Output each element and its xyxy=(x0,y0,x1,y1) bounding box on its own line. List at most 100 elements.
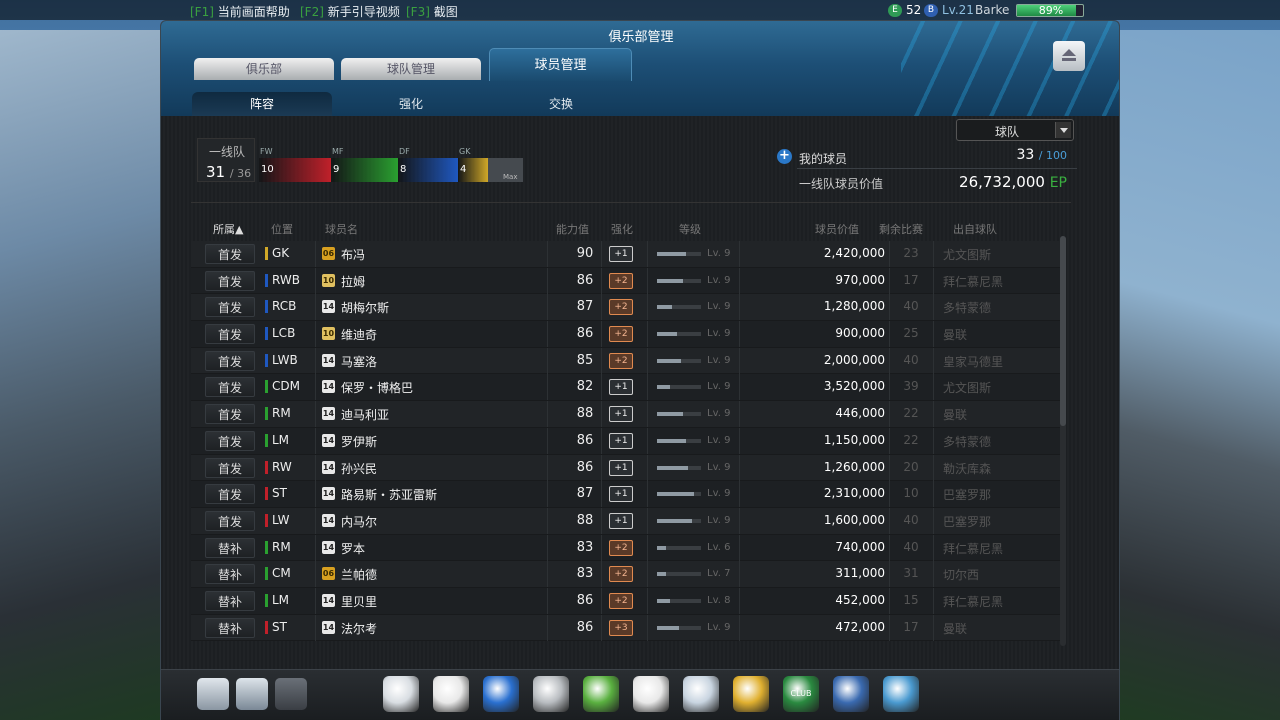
player-name[interactable]: 兰帕德 xyxy=(341,566,377,583)
player-name[interactable]: 布冯 xyxy=(341,246,365,263)
trophy-icon[interactable] xyxy=(533,676,569,712)
status-button[interactable]: 替补 xyxy=(205,537,255,558)
source-club: 曼联 xyxy=(943,621,968,636)
status-button[interactable]: 替补 xyxy=(205,564,255,585)
position-color-marker xyxy=(265,433,268,447)
jersey-icon[interactable] xyxy=(733,676,769,712)
position-color-marker xyxy=(265,353,268,367)
season-badge: 14 xyxy=(322,513,335,527)
formation-icon[interactable] xyxy=(583,676,619,712)
player-position: LM xyxy=(272,592,290,607)
subtab-lineup[interactable]: 阵容 xyxy=(192,92,332,116)
subtab-enhance[interactable]: 强化 xyxy=(341,92,481,116)
remaining-matches: 23 xyxy=(903,246,919,260)
status-button[interactable]: 首发 xyxy=(205,510,255,531)
message-icon[interactable] xyxy=(236,678,268,710)
hotkey-help[interactable]: [F1] 当前画面帮助 xyxy=(190,3,290,20)
status-button[interactable]: 首发 xyxy=(205,457,255,478)
player-name[interactable]: 里贝里 xyxy=(341,593,377,610)
player-name[interactable]: 迪马利亚 xyxy=(341,406,389,423)
player-name[interactable]: 维迪奇 xyxy=(341,326,377,343)
table-row[interactable]: 首发 GK 06 布冯 90 +1 Lv. 9 2,420,000 23 尤文图斯 xyxy=(191,241,1061,268)
table-row[interactable]: 首发 LWB 14 马塞洛 85 +2 Lv. 9 2,000,000 40 皇家马德里 xyxy=(191,347,1061,375)
table-row[interactable]: 首发 ST 14 路易斯・苏亚雷斯 87 +1 Lv. 9 2,310,000 10 巴塞罗那 xyxy=(191,481,1061,508)
mail-icon[interactable] xyxy=(275,678,307,710)
player-name[interactable]: 马塞洛 xyxy=(341,353,377,370)
remaining-matches: 31 xyxy=(903,566,919,581)
ball-icon[interactable] xyxy=(433,676,469,712)
table-row[interactable]: 首发 RW 14 孙兴民 86 +1 Lv. 9 1,260,000 20 勒沃库森 xyxy=(191,454,1061,482)
club-management-window: 俱乐部管理 俱乐部 球队管理 球员管理 阵容 强化 交换 球队 一线队 31 /… xyxy=(160,20,1120,720)
player-ability: 82 xyxy=(576,379,594,395)
player-name[interactable]: 法尔考 xyxy=(341,620,377,637)
status-button[interactable]: 首发 xyxy=(205,404,255,425)
cart-icon[interactable] xyxy=(883,676,919,712)
tab-player-management[interactable]: 球员管理 xyxy=(489,48,632,81)
profile-icon[interactable] xyxy=(197,678,229,710)
table-row[interactable]: 替补 ST 14 法尔考 86 +3 Lv. 9 472,000 17 曼联 xyxy=(191,614,1061,641)
enhance-badge: +1 xyxy=(609,432,633,449)
player-name[interactable]: 胡梅尔斯 xyxy=(341,299,389,316)
table-row[interactable]: 替补 RM 14 罗本 83 +2 Lv. 6 740,000 40 拜仁慕尼黑 xyxy=(191,534,1061,562)
status-button[interactable]: 首发 xyxy=(205,430,255,451)
table-scrollbar[interactable] xyxy=(1060,236,1066,646)
status-button[interactable]: 替补 xyxy=(205,590,255,611)
player-level: Lv. 8 xyxy=(707,594,731,606)
position-color-marker xyxy=(265,620,268,634)
table-row[interactable]: 首发 LM 14 罗伊斯 86 +1 Lv. 9 1,150,000 22 多特蒙德 xyxy=(191,427,1061,455)
eject-button[interactable] xyxy=(1053,41,1085,71)
season-badge: 14 xyxy=(322,300,335,314)
player-level: Lv. 9 xyxy=(707,621,731,633)
player-ability: 90 xyxy=(576,246,594,261)
tab-club[interactable]: 俱乐部 xyxy=(194,58,334,80)
window-title: 俱乐部管理 xyxy=(608,30,674,45)
level-progress-bar xyxy=(657,545,701,550)
player-name[interactable]: 罗伊斯 xyxy=(341,433,377,450)
table-row[interactable]: 首发 RM 14 迪马利亚 88 +1 Lv. 9 446,000 22 曼联 xyxy=(191,401,1061,428)
table-row[interactable]: 首发 RWB 10 拉姆 86 +2 Lv. 9 970,000 17 拜仁慕尼黑 xyxy=(191,267,1061,295)
remaining-matches: 40 xyxy=(903,512,919,527)
whistle-icon[interactable] xyxy=(383,676,419,712)
sort-affiliation-header[interactable]: 所属▲ xyxy=(213,221,243,237)
player-name[interactable]: 拉姆 xyxy=(341,273,365,290)
window-header: 俱乐部管理 俱乐部 球队管理 球员管理 阵容 强化 交换 xyxy=(161,21,1119,116)
player-name[interactable]: 路易斯・苏亚雷斯 xyxy=(341,486,437,503)
player-position: RM xyxy=(272,539,291,554)
status-button[interactable]: 替补 xyxy=(205,617,255,638)
position-color-marker xyxy=(265,247,268,260)
subtab-exchange[interactable]: 交换 xyxy=(491,92,631,116)
club-icon[interactable]: CLUB xyxy=(783,676,819,712)
player-name[interactable]: 保罗・博格巴 xyxy=(341,379,413,396)
table-row[interactable]: 替补 CM 06 兰帕德 83 +2 Lv. 7 311,000 31 切尔西 xyxy=(191,561,1061,588)
hotkey-screenshot[interactable]: [F3] 截图 xyxy=(406,3,458,20)
player-name[interactable]: 内马尔 xyxy=(341,513,377,530)
player-name[interactable]: 孙兴民 xyxy=(341,460,377,477)
position-bar-gk: GK 4 xyxy=(458,147,488,182)
status-button[interactable]: 首发 xyxy=(205,377,255,398)
player-ability: 88 xyxy=(576,406,594,422)
status-button[interactable]: 首发 xyxy=(205,244,255,264)
table-row[interactable]: 首发 LW 14 内马尔 88 +1 Lv. 9 1,600,000 40 巴塞罗那 xyxy=(191,507,1061,535)
kit-icon[interactable] xyxy=(633,676,669,712)
hotkey-video[interactable]: [F2] 新手引导视频 xyxy=(300,3,400,20)
table-row[interactable]: 首发 CDM 14 保罗・博格巴 82 +1 Lv. 9 3,520,000 39 尤文图斯 xyxy=(191,374,1061,402)
transfer-icon[interactable] xyxy=(833,676,869,712)
status-button[interactable]: 首发 xyxy=(205,324,255,345)
table-row[interactable]: 首发 RCB 14 胡梅尔斯 87 +2 Lv. 9 1,280,000 40 多特蒙德 xyxy=(191,294,1061,322)
boot-icon[interactable] xyxy=(483,676,519,712)
add-player-icon[interactable]: + xyxy=(777,149,792,164)
tab-team-management[interactable]: 球队管理 xyxy=(341,58,481,80)
table-row[interactable]: 替补 LM 14 里贝里 86 +2 Lv. 8 452,000 15 拜仁慕尼黑 xyxy=(191,587,1061,615)
status-button[interactable]: 首发 xyxy=(205,270,255,291)
source-club: 切尔西 xyxy=(943,568,980,583)
status-button[interactable]: 首发 xyxy=(205,297,255,318)
position-color-marker xyxy=(265,300,268,314)
coin-icon: E xyxy=(888,4,902,17)
player-name[interactable]: 罗本 xyxy=(341,540,365,557)
status-button[interactable]: 首发 xyxy=(205,484,255,505)
status-button[interactable]: 首发 xyxy=(205,350,255,371)
position-bar-mf: MF 9 xyxy=(331,147,398,182)
notepad-icon[interactable] xyxy=(683,676,719,712)
table-row[interactable]: 首发 LCB 10 维迪奇 86 +2 Lv. 9 900,000 25 曼联 xyxy=(191,321,1061,348)
team-filter-dropdown[interactable]: 球队 xyxy=(956,119,1074,141)
